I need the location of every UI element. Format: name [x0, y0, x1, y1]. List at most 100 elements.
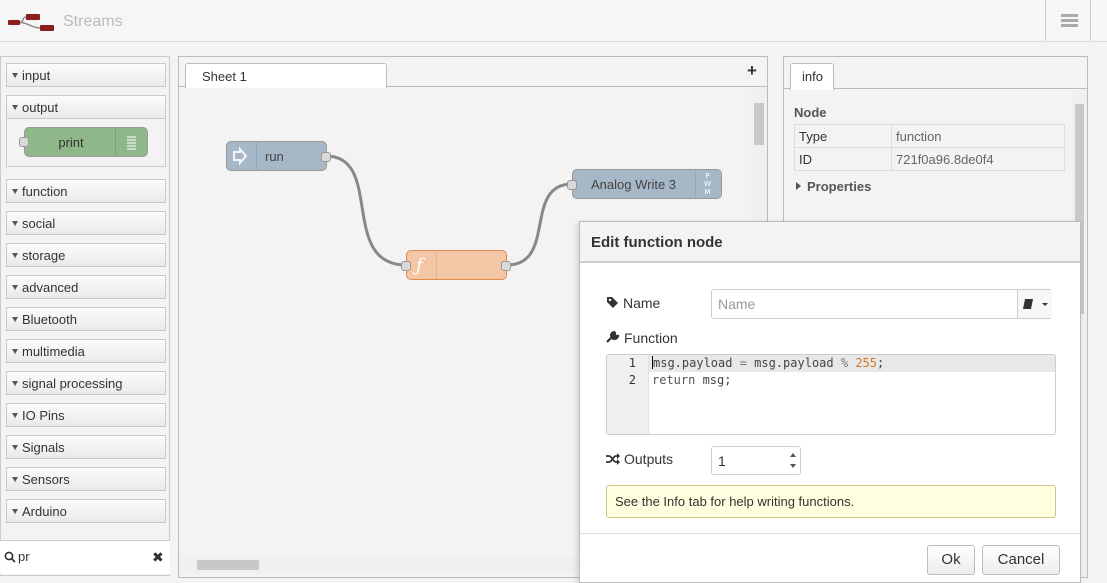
palette-node-label: print: [58, 135, 84, 150]
palette-category-io-pins[interactable]: IO Pins: [6, 403, 166, 427]
spinner-down-icon[interactable]: [786, 460, 800, 473]
output-category-body: print: [6, 119, 166, 167]
palette-category-storage[interactable]: storage: [6, 243, 166, 267]
info-value: 721f0a96.8de0f4: [891, 147, 1065, 171]
palette-search: ✖: [0, 540, 170, 574]
dialog-divider: [580, 533, 1080, 534]
tab-sheet-1[interactable]: Sheet 1: [185, 63, 387, 88]
help-tip-text: See the Info tab for help writing functi…: [615, 494, 855, 509]
category-label: Arduino: [22, 504, 67, 519]
palette-node-print[interactable]: print: [19, 127, 148, 157]
tab-info[interactable]: info: [790, 63, 834, 90]
code-token: =: [739, 356, 747, 370]
node-output-port[interactable]: [321, 152, 331, 162]
chevron-down-icon: [12, 381, 18, 386]
table-row: Type function: [794, 124, 1065, 148]
chevron-down-icon: [12, 509, 18, 514]
wrench-icon: [606, 330, 620, 343]
category-label: advanced: [22, 280, 79, 295]
wire-run-to-function[interactable]: [325, 154, 407, 267]
name-input[interactable]: [712, 290, 1017, 318]
properties-label: Properties: [807, 179, 872, 194]
node-palette: input output print function social stora…: [0, 56, 170, 576]
chevron-down-icon: [12, 105, 18, 110]
node-label: run: [265, 149, 284, 164]
flow-node-run[interactable]: run: [226, 141, 331, 171]
outputs-label-text: Outputs: [624, 451, 674, 467]
palette-category-social[interactable]: social: [6, 211, 166, 235]
node-output-port[interactable]: [501, 261, 511, 271]
hamburger-menu-icon: [1061, 14, 1078, 17]
app-header: Streams: [0, 0, 1107, 42]
code-token: ;: [877, 356, 885, 370]
line-number: 2: [628, 373, 636, 387]
chevron-down-icon: [12, 221, 18, 226]
ok-button[interactable]: Ok: [927, 545, 975, 575]
node-info-table: Type function ID 721f0a96.8de0f4: [794, 124, 1065, 171]
edit-function-dialog: Edit function node Name Function 1 2 msg…: [579, 221, 1081, 583]
help-tip: See the Info tab for help writing functi…: [606, 485, 1056, 518]
svg-text:ƒ: ƒ: [412, 255, 426, 276]
palette-search-input[interactable]: [18, 549, 138, 564]
add-tab-button[interactable]: +: [747, 61, 757, 81]
sidebar-tabbar: info: [784, 57, 1087, 90]
palette-category-output[interactable]: output: [6, 95, 166, 119]
chevron-right-icon: [796, 182, 801, 190]
close-icon[interactable]: ✖: [152, 549, 164, 566]
code-line: return msg;: [652, 372, 884, 389]
line-number-gutter: 1 2: [607, 355, 649, 434]
category-label: storage: [22, 248, 66, 263]
outputs-label: Outputs: [606, 451, 673, 467]
category-label: function: [22, 184, 68, 199]
scroll-thumb[interactable]: [754, 103, 764, 145]
code-token: msg.payload: [653, 356, 740, 370]
category-label: Signals: [22, 440, 65, 455]
node-label: Analog Write 3: [591, 177, 677, 192]
flow-node-function[interactable]: ƒ: [401, 250, 511, 280]
cancel-button[interactable]: Cancel: [982, 545, 1060, 575]
palette-category-sensors[interactable]: Sensors: [6, 467, 166, 491]
palette-category-bluetooth[interactable]: Bluetooth: [6, 307, 166, 331]
category-label: multimedia: [22, 344, 85, 359]
workspace-tabbar: Sheet 1 +: [179, 57, 767, 88]
info-value: function: [891, 124, 1065, 148]
node-input-port[interactable]: [567, 180, 577, 190]
palette-category-multimedia[interactable]: multimedia: [6, 339, 166, 363]
palette-category-function[interactable]: function: [6, 179, 166, 203]
scroll-thumb[interactable]: [197, 560, 259, 570]
hamburger-line: [1061, 19, 1078, 22]
dialog-title-bar: Edit function node: [580, 222, 1080, 263]
palette-category-signal-processing[interactable]: signal processing: [6, 371, 166, 395]
hamburger-line: [1061, 24, 1078, 27]
node-input-port[interactable]: [401, 261, 411, 271]
palette-category-advanced[interactable]: advanced: [6, 275, 166, 299]
main-menu-button[interactable]: [1045, 0, 1091, 41]
code-line: msg.payload = msg.payload % 255;: [652, 355, 884, 372]
dialog-title: Edit function node: [591, 234, 723, 251]
flow-node-analog-write[interactable]: Analog Write 3 P W M: [567, 169, 722, 199]
chevron-down-icon: [12, 477, 18, 482]
code-token: %: [840, 356, 849, 370]
chevron-down-icon: [12, 349, 18, 354]
palette-category-input[interactable]: input: [6, 63, 166, 87]
category-label: output: [22, 100, 59, 115]
chevron-down-icon: [12, 253, 18, 258]
search-icon: [4, 551, 16, 563]
info-panel: Node Type function ID 721f0a96.8de0f4 Prop…: [784, 90, 1072, 220]
chevron-down-icon: [12, 73, 18, 78]
palette-category-signals[interactable]: Signals: [6, 435, 166, 459]
icon-select-button[interactable]: [1017, 290, 1052, 318]
pwm-letter: M: [704, 188, 711, 196]
properties-toggle[interactable]: Properties: [796, 179, 871, 194]
code-content[interactable]: msg.payload = msg.payload % 255; return …: [652, 355, 884, 389]
category-label: signal processing: [22, 376, 123, 391]
wire-function-to-analog[interactable]: [506, 182, 573, 267]
chevron-down-icon: [12, 413, 18, 418]
function-label: Function: [606, 330, 678, 346]
name-label: Name: [606, 295, 660, 311]
outputs-input[interactable]: [712, 447, 784, 474]
code-editor[interactable]: 1 2 msg.payload = msg.payload % 255; ret…: [606, 354, 1056, 435]
line-number: 1: [628, 356, 636, 370]
palette-category-arduino[interactable]: Arduino: [6, 499, 166, 523]
shuffle-icon: [606, 453, 620, 465]
